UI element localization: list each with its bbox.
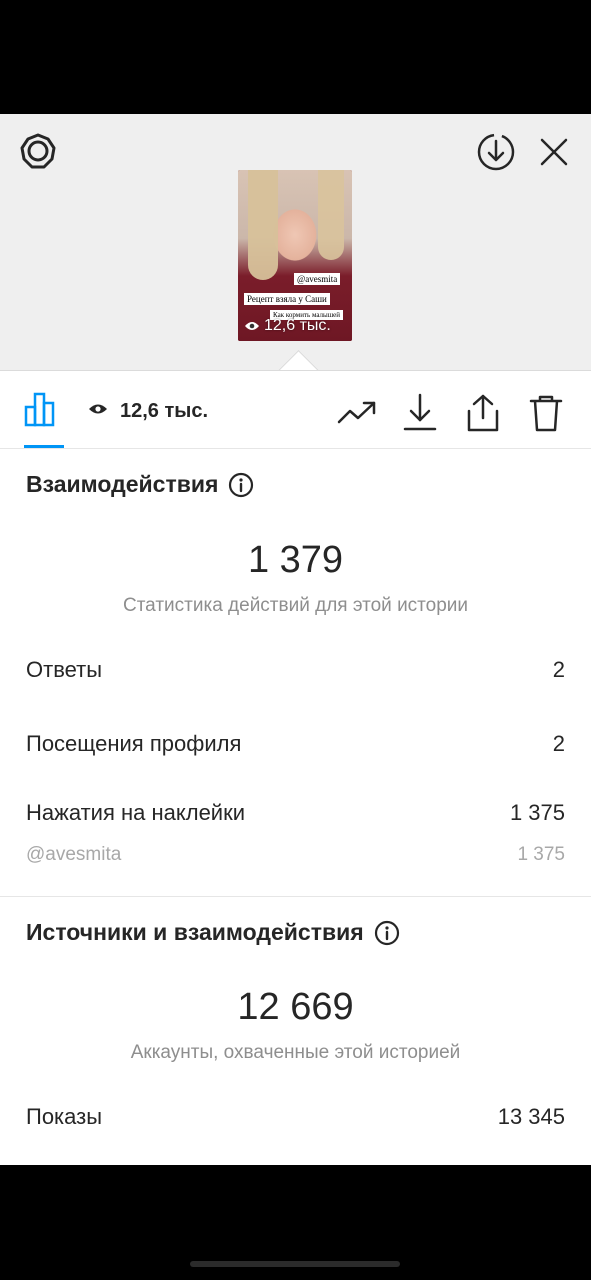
info-icon[interactable] <box>374 920 400 946</box>
story-thumbnail[interactable]: @avesmita Рецепт взяла у Саши Как кормит… <box>238 170 352 341</box>
interactions-total: 1 379 <box>247 539 344 581</box>
reach-caption: Аккаунты, охваченные этой историей <box>130 1042 461 1063</box>
close-button[interactable] <box>532 130 576 174</box>
section-divider <box>0 896 591 897</box>
bar-chart-icon <box>24 392 55 427</box>
reach-total: 12 669 <box>237 986 354 1028</box>
promote-button[interactable] <box>335 391 379 435</box>
home-indicator[interactable] <box>190 1261 400 1267</box>
save-story-button[interactable] <box>474 130 518 174</box>
download-icon <box>403 393 437 431</box>
views-count: 12,6 тыс. <box>120 400 209 422</box>
share-icon <box>467 394 499 432</box>
eye-icon <box>245 322 259 330</box>
story-toolbar: 12,6 тыс. <box>0 371 591 449</box>
info-icon[interactable] <box>228 472 254 498</box>
text-sticker: Рецепт взяла у Саши <box>244 293 330 305</box>
active-tab-indicator <box>24 445 64 448</box>
mention-sticker: @avesmita <box>294 273 341 285</box>
insights-panel: 12,6 тыс. Взаимодействия 1 379 Статистик… <box>0 370 591 1166</box>
gear-icon <box>20 133 56 169</box>
thumb-views: 12,6 тыс. <box>244 317 331 335</box>
stat-row-impressions: Показы 13 345 <box>26 1104 565 1129</box>
interactions-title: Взаимодействия <box>26 471 254 498</box>
stat-row-sticker-taps: Нажатия на наклейки 1 375 <box>26 800 565 825</box>
download-button[interactable] <box>398 391 442 435</box>
status-area <box>0 0 591 114</box>
close-icon <box>540 138 568 166</box>
discovery-title: Источники и взаимодействия <box>26 919 400 946</box>
stat-row-replies: Ответы 2 <box>26 657 565 682</box>
share-button[interactable] <box>461 391 505 435</box>
trash-icon <box>529 395 563 432</box>
tab-insights[interactable] <box>22 389 66 433</box>
stat-row-profile-visits: Посещения профиля 2 <box>26 731 565 756</box>
eye-icon <box>89 404 107 414</box>
stat-row-sticker-mention: @avesmita 1 375 <box>26 844 565 865</box>
delete-button[interactable] <box>524 391 568 435</box>
download-circle-icon <box>477 133 515 171</box>
interactions-caption: Статистика действий для этой истории <box>122 595 469 616</box>
trending-up-icon <box>337 401 376 424</box>
settings-button[interactable] <box>16 130 60 174</box>
